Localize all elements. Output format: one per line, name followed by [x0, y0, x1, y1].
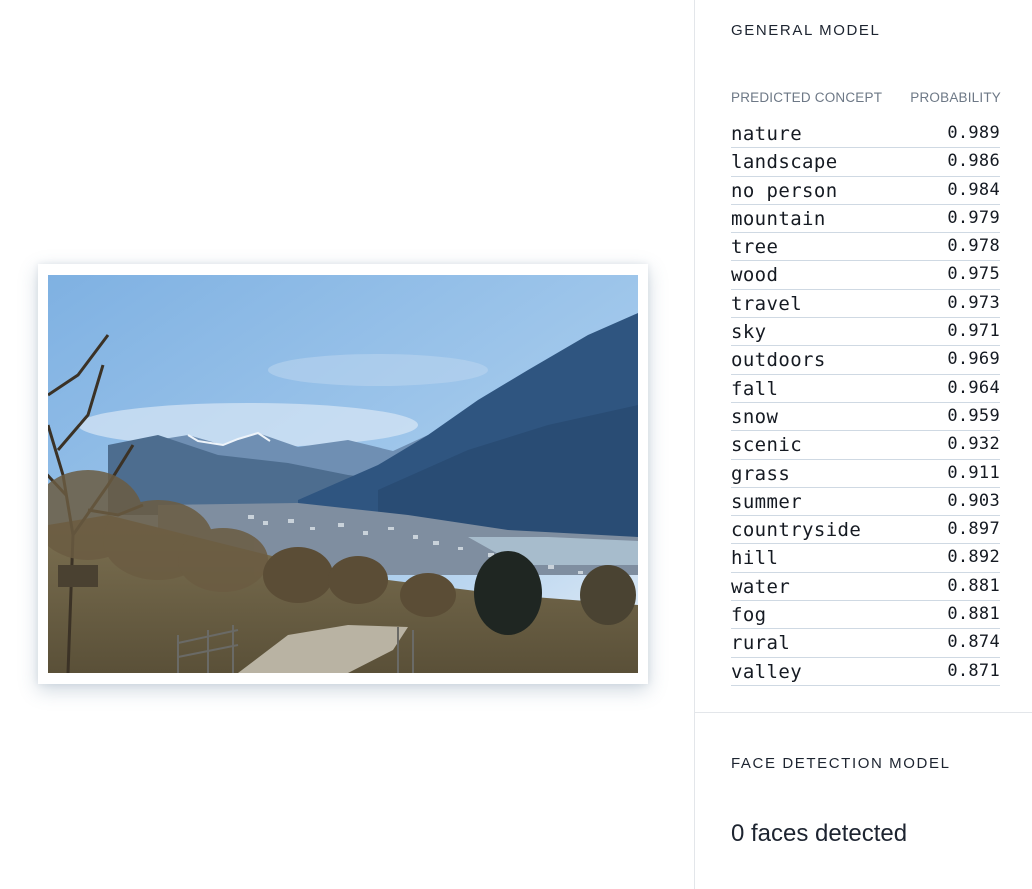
- concept-name: tree: [731, 236, 779, 259]
- concept-row: hill 0.892: [731, 544, 1000, 573]
- concept-probability: 0.973: [947, 292, 1000, 313]
- concept-row: sky 0.971: [731, 318, 1000, 347]
- concept-name: scenic: [731, 434, 803, 457]
- concept-table-header: PREDICTED CONCEPT PROBABILITY: [731, 90, 1001, 108]
- concept-name: mountain: [731, 207, 826, 230]
- concept-probability: 0.971: [947, 321, 1000, 342]
- concept-row: outdoors 0.969: [731, 346, 1000, 375]
- concept-name: fall: [731, 377, 779, 400]
- concept-name: summer: [731, 490, 803, 513]
- concept-probability: 0.911: [947, 462, 1000, 483]
- section-divider: [695, 712, 1032, 713]
- concept-probability: 0.903: [947, 490, 1000, 511]
- concept-name: landscape: [731, 151, 838, 174]
- concept-name: outdoors: [731, 349, 826, 372]
- concept-probability: 0.964: [947, 377, 1000, 398]
- concept-probability: 0.986: [947, 151, 1000, 172]
- concept-name: water: [731, 575, 791, 598]
- concept-row: grass 0.911: [731, 460, 1000, 488]
- image-pane: [0, 0, 694, 889]
- concept-row: no person 0.984: [731, 177, 1000, 205]
- probability-column-header: PROBABILITY: [910, 90, 1001, 105]
- face-detection-title: FACE DETECTION MODEL: [731, 755, 951, 772]
- concept-row: mountain 0.979: [731, 205, 1000, 234]
- concept-probability: 0.979: [947, 207, 1000, 228]
- concept-row: scenic 0.932: [731, 431, 1000, 460]
- landscape-photo: [48, 275, 638, 673]
- concept-probability: 0.892: [947, 547, 1000, 568]
- concept-row: summer 0.903: [731, 488, 1000, 517]
- concept-probability: 0.874: [947, 632, 1000, 653]
- concept-name: no person: [731, 179, 838, 202]
- app-root: GENERAL MODEL PREDICTED CONCEPT PROBABIL…: [0, 0, 1032, 889]
- concept-name: countryside: [731, 519, 862, 542]
- concept-row: countryside 0.897: [731, 516, 1000, 545]
- photo-card: [38, 264, 648, 684]
- concept-name: nature: [731, 123, 803, 145]
- cloud: [268, 354, 488, 386]
- concept-name: grass: [731, 462, 791, 485]
- concept-row: tree 0.978: [731, 233, 1000, 262]
- concept-probability: 0.932: [947, 434, 1000, 455]
- concept-probability: 0.959: [947, 405, 1000, 426]
- concept-probability: 0.897: [947, 519, 1000, 540]
- concept-list: nature 0.989 landscape 0.986 no person 0.984 m…: [731, 120, 1000, 686]
- concept-name: rural: [731, 632, 791, 655]
- concept-probability: 0.978: [947, 236, 1000, 257]
- concept-name: valley: [731, 660, 803, 683]
- concept-probability: 0.989: [947, 123, 1000, 143]
- general-model-title: GENERAL MODEL: [731, 22, 881, 39]
- results-panel: GENERAL MODEL PREDICTED CONCEPT PROBABIL…: [694, 0, 1032, 889]
- concept-probability: 0.969: [947, 349, 1000, 370]
- concept-probability: 0.881: [947, 604, 1000, 625]
- concept-row: wood 0.975: [731, 261, 1000, 290]
- concept-probability: 0.975: [947, 264, 1000, 285]
- concept-row: fall 0.964: [731, 375, 1000, 403]
- concept-name: fog: [731, 604, 767, 627]
- concept-probability: 0.881: [947, 575, 1000, 596]
- concept-name: travel: [731, 292, 803, 315]
- concept-row: water 0.881: [731, 573, 1000, 602]
- concept-column-header: PREDICTED CONCEPT: [731, 90, 883, 105]
- concept-name: hill: [731, 547, 779, 570]
- hut: [58, 565, 98, 587]
- conifer: [474, 551, 542, 635]
- right-tree: [580, 565, 636, 625]
- concept-probability: 0.984: [947, 179, 1000, 200]
- faces-detected-count: 0 faces detected: [731, 820, 908, 847]
- concept-name: wood: [731, 264, 779, 287]
- concept-probability: 0.871: [947, 660, 1000, 681]
- concept-row: nature 0.989: [731, 120, 1000, 149]
- concept-row: landscape 0.986: [731, 148, 1000, 177]
- concept-name: sky: [731, 321, 767, 344]
- concept-row: travel 0.973: [731, 290, 1000, 319]
- concept-row: fog 0.881: [731, 601, 1000, 630]
- concept-name: snow: [731, 405, 779, 428]
- concept-row: snow 0.959: [731, 403, 1000, 432]
- concept-row: valley 0.871: [731, 658, 1000, 686]
- concept-row: rural 0.874: [731, 629, 1000, 658]
